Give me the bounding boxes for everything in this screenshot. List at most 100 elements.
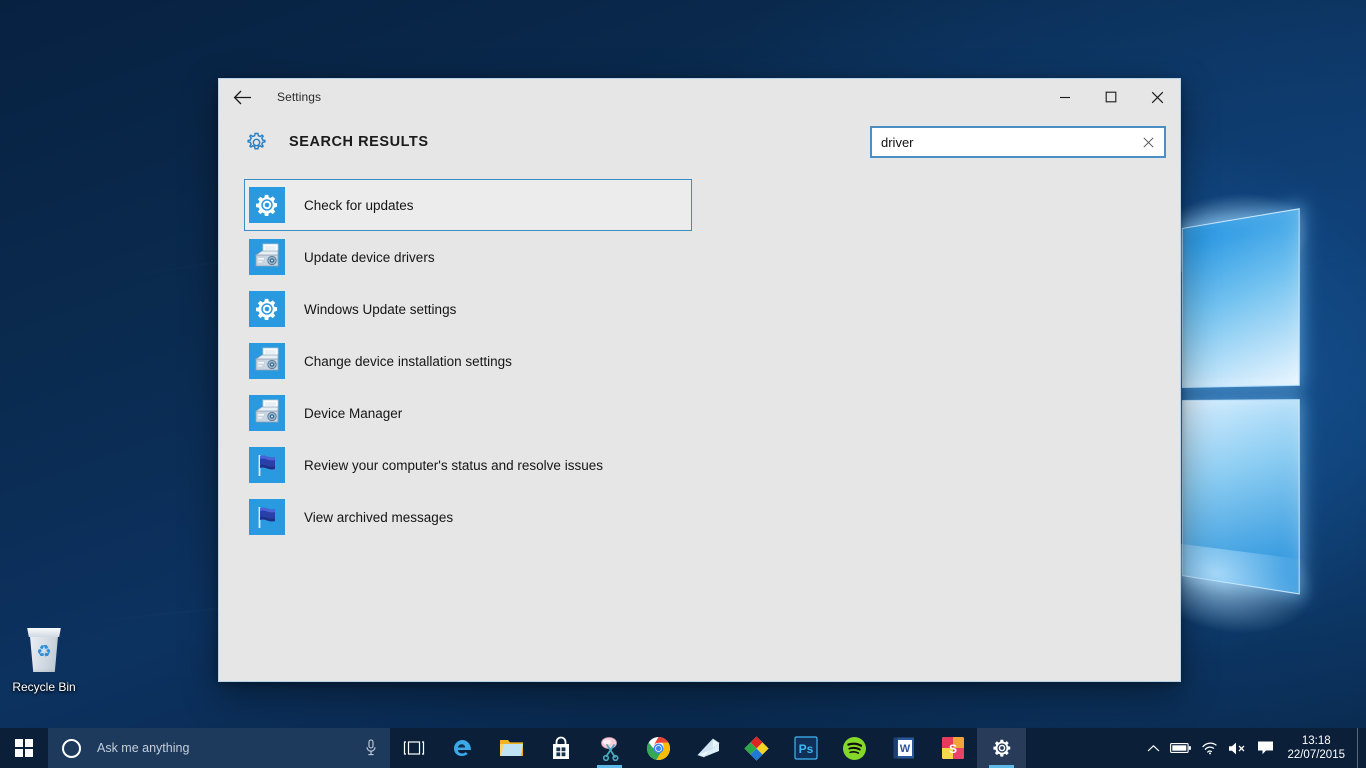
network-button[interactable] — [1195, 728, 1223, 768]
svg-text:W: W — [899, 743, 910, 755]
windows-hero-wallpaper-logo — [1157, 177, 1316, 652]
maximize-icon — [1105, 91, 1117, 103]
gear-icon — [249, 187, 285, 223]
microphone-button[interactable] — [358, 739, 384, 757]
volume-button[interactable] — [1223, 728, 1251, 768]
search-result-label: Change device installation settings — [304, 353, 512, 369]
paint-net-icon — [744, 735, 770, 761]
recycle-bin-icon: ♻ — [22, 624, 66, 674]
taskbar-app-snipping-tool[interactable] — [585, 728, 634, 768]
taskbar[interactable]: Ask me anything Ps W S 13:18 22/07/2015 — [0, 728, 1366, 768]
show-desktop-button[interactable] — [1357, 728, 1364, 768]
search-result-item[interactable]: Update device drivers — [244, 231, 692, 283]
maximize-button[interactable] — [1088, 79, 1134, 115]
settings-window[interactable]: Settings SEARCH RESULTS driver Check for… — [218, 78, 1181, 682]
desktop-icon-recycle-bin[interactable]: ♻ Recycle Bin — [6, 624, 82, 694]
cortana-search-box[interactable]: Ask me anything — [48, 728, 390, 768]
show-hidden-icons-button[interactable] — [1139, 728, 1167, 768]
search-result-label: Update device drivers — [304, 249, 435, 265]
taskbar-spacer — [1026, 728, 1139, 768]
chrome-icon — [646, 735, 672, 761]
taskbar-app-snagit[interactable]: S — [928, 728, 977, 768]
spotify-icon — [842, 735, 868, 761]
clear-icon — [1142, 136, 1154, 148]
gear-icon — [246, 132, 266, 149]
cortana-circle-icon — [62, 738, 81, 758]
svg-text:S: S — [948, 742, 956, 756]
back-arrow-icon — [233, 90, 251, 104]
wallpaper-pane-upper — [1182, 208, 1300, 388]
mail-icon — [695, 735, 721, 761]
gear-icon — [249, 291, 285, 327]
battery-button[interactable] — [1167, 728, 1195, 768]
search-result-label: Device Manager — [304, 405, 403, 421]
device-icon — [249, 239, 285, 275]
svg-text:Ps: Ps — [798, 742, 813, 756]
search-result-icon — [249, 187, 285, 223]
wifi-icon — [1202, 742, 1217, 755]
photoshop-icon: Ps — [793, 735, 819, 761]
chevron-up-icon — [1147, 744, 1160, 751]
taskbar-app-paint-net[interactable] — [732, 728, 781, 768]
store-icon — [548, 735, 574, 761]
task-view-icon — [403, 741, 425, 755]
taskbar-app-word[interactable]: W — [879, 728, 928, 768]
window-title-bar[interactable]: Settings — [219, 79, 1180, 115]
search-result-icon — [249, 447, 285, 483]
flag-icon — [249, 447, 285, 483]
search-result-icon — [249, 239, 285, 275]
taskbar-app-store[interactable] — [536, 728, 585, 768]
flag-icon — [249, 499, 285, 535]
close-icon — [1151, 91, 1163, 103]
cortana-placeholder: Ask me anything — [97, 741, 190, 755]
tray-date: 22/07/2015 — [1287, 749, 1345, 761]
search-result-item[interactable]: Review your computer's status and resolv… — [244, 439, 692, 491]
search-box[interactable] — [870, 126, 1166, 158]
microphone-icon — [366, 739, 376, 756]
search-result-icon — [249, 395, 285, 431]
taskbar-app-settings-gear[interactable] — [977, 728, 1026, 768]
minimize-button[interactable] — [1042, 79, 1088, 115]
settings-header-gear — [241, 131, 271, 154]
search-result-item[interactable]: Device Manager — [244, 387, 692, 439]
windows-logo-icon — [15, 739, 33, 757]
back-button[interactable] — [219, 79, 265, 115]
clear-search-button[interactable] — [1136, 130, 1160, 154]
system-tray: 13:18 22/07/2015 — [1139, 728, 1366, 768]
taskbar-app-chrome[interactable] — [634, 728, 683, 768]
page-header: SEARCH RESULTS — [219, 115, 1180, 169]
device-icon — [249, 343, 285, 379]
desktop[interactable]: ♻ Recycle Bin Rectangular Snip Settings — [0, 0, 1366, 768]
task-view-button[interactable] — [390, 728, 438, 768]
snagit-icon: S — [940, 735, 966, 761]
tray-time: 13:18 — [1301, 735, 1331, 747]
taskbar-app-photoshop[interactable]: Ps — [781, 728, 830, 768]
recycle-bin-label: Recycle Bin — [12, 680, 76, 694]
battery-icon — [1170, 743, 1192, 753]
taskbar-app-mail[interactable] — [683, 728, 732, 768]
action-center-button[interactable] — [1251, 728, 1279, 768]
search-result-item[interactable]: View archived messages — [244, 491, 692, 543]
search-input[interactable] — [881, 129, 1136, 155]
search-result-label: Review your computer's status and resolv… — [304, 457, 603, 473]
start-button[interactable] — [0, 728, 48, 768]
search-result-label: Check for updates — [304, 197, 414, 213]
clock-button[interactable]: 13:18 22/07/2015 — [1279, 728, 1357, 768]
word-icon: W — [891, 735, 917, 761]
search-result-icon — [249, 499, 285, 535]
snipping-tool-icon — [597, 735, 623, 761]
window-title: Settings — [277, 90, 322, 104]
search-result-label: Windows Update settings — [304, 301, 457, 317]
search-result-icon — [249, 343, 285, 379]
search-result-item[interactable]: Windows Update settings — [244, 283, 692, 335]
file-explorer-icon — [499, 735, 525, 761]
wallpaper-glow — [1157, 540, 1316, 652]
search-result-item[interactable]: Change device installation settings — [244, 335, 692, 387]
close-button[interactable] — [1134, 79, 1180, 115]
page-title: SEARCH RESULTS — [289, 134, 429, 150]
taskbar-app-spotify[interactable] — [830, 728, 879, 768]
taskbar-app-file-explorer[interactable] — [487, 728, 536, 768]
search-result-icon — [249, 291, 285, 327]
taskbar-app-edge[interactable] — [438, 728, 487, 768]
search-result-item[interactable]: Check for updates — [244, 179, 692, 231]
